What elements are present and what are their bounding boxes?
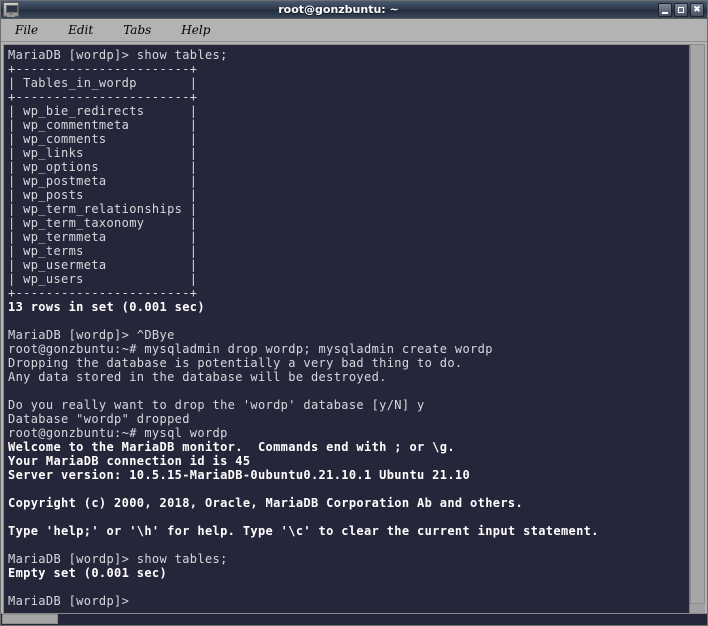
- menu-item-tabs[interactable]: Tabs: [119, 21, 165, 39]
- vertical-scrollbar[interactable]: [689, 44, 705, 623]
- terminal-line: Your MariaDB connection id is 45: [8, 454, 251, 468]
- terminal-line: Database "wordp" dropped: [8, 412, 190, 426]
- terminal-line: | Tables_in_wordp |: [8, 76, 198, 90]
- terminal-line: | wp_usermeta |: [8, 258, 198, 272]
- horizontal-scrollbar[interactable]: [1, 613, 707, 625]
- terminal-output: MariaDB [wordp]> show tables; +----------…: [8, 48, 689, 623]
- terminal-line: | wp_bie_redirects |: [8, 104, 198, 118]
- title-bar[interactable]: root@gonzbuntu: ~ ✖: [1, 1, 707, 19]
- window-title: root@gonzbuntu: ~: [278, 3, 399, 16]
- terminal-line: | wp_postmeta |: [8, 174, 198, 188]
- terminal-viewport[interactable]: MariaDB [wordp]> show tables; +----------…: [3, 44, 689, 623]
- menu-bar: File Edit Tabs Help: [1, 19, 707, 42]
- terminal-line: +-----------------------+: [8, 90, 198, 104]
- terminal-line: root@gonzbuntu:~# mysql wordp: [8, 426, 228, 440]
- vertical-scrollbar-thumb[interactable]: [690, 44, 705, 604]
- menu-item-file[interactable]: File: [11, 21, 52, 39]
- terminal-monitor-icon: [3, 2, 19, 17]
- terminal-line: Dropping the database is potentially a v…: [8, 356, 463, 370]
- terminal-line: 13 rows in set (0.001 sec): [8, 300, 205, 314]
- close-button[interactable]: ✖: [690, 2, 704, 17]
- terminal-line: +-----------------------+: [8, 286, 198, 300]
- window-controls: ✖: [658, 2, 705, 17]
- terminal-line: | wp_options |: [8, 160, 198, 174]
- terminal-line: | wp_term_relationships |: [8, 202, 198, 216]
- close-icon: ✖: [693, 4, 701, 15]
- terminal-line: | wp_users |: [8, 272, 198, 286]
- terminal-line: Server version: 10.5.15-MariaDB-0ubuntu0…: [8, 468, 471, 482]
- terminal-line: MariaDB [wordp]>: [8, 594, 130, 608]
- terminal-line: Type 'help;' or '\h' for help. Type '\c'…: [8, 524, 599, 538]
- menu-item-edit[interactable]: Edit: [64, 21, 107, 39]
- terminal-line: Empty set (0.001 sec): [8, 566, 168, 580]
- terminal-window: root@gonzbuntu: ~ ✖ File Edit Tabs Help …: [0, 0, 708, 626]
- terminal-line: MariaDB [wordp]> ^DBye: [8, 328, 175, 342]
- minimize-button[interactable]: [658, 2, 672, 17]
- menu-item-help[interactable]: Help: [177, 21, 224, 39]
- terminal-line: +-----------------------+: [8, 62, 198, 76]
- terminal-line: Copyright (c) 2000, 2018, Oracle, MariaD…: [8, 496, 524, 510]
- horizontal-scrollbar-thumb[interactable]: [2, 614, 58, 624]
- terminal-line: | wp_comments |: [8, 132, 198, 146]
- maximize-button[interactable]: [674, 2, 688, 17]
- horizontal-scrollbar-track[interactable]: [58, 614, 707, 625]
- terminal-line: Welcome to the MariaDB monitor. Commands…: [8, 440, 455, 454]
- terminal-line: | wp_links |: [8, 146, 198, 160]
- terminal-line: | wp_termmeta |: [8, 230, 198, 244]
- terminal-line: | wp_term_taxonomy |: [8, 216, 198, 230]
- terminal-line: | wp_posts |: [8, 188, 198, 202]
- terminal-line: root@gonzbuntu:~# mysqladmin drop wordp;…: [8, 342, 493, 356]
- terminal-line: Any data stored in the database will be …: [8, 370, 387, 384]
- terminal-body: MariaDB [wordp]> show tables; +----------…: [1, 42, 707, 625]
- terminal-line: MariaDB [wordp]> show tables;: [8, 48, 228, 62]
- terminal-line: MariaDB [wordp]> show tables;: [8, 552, 228, 566]
- terminal-line: Do you really want to drop the 'wordp' d…: [8, 398, 425, 412]
- terminal-line: | wp_commentmeta |: [8, 118, 198, 132]
- terminal-line: | wp_terms |: [8, 244, 198, 258]
